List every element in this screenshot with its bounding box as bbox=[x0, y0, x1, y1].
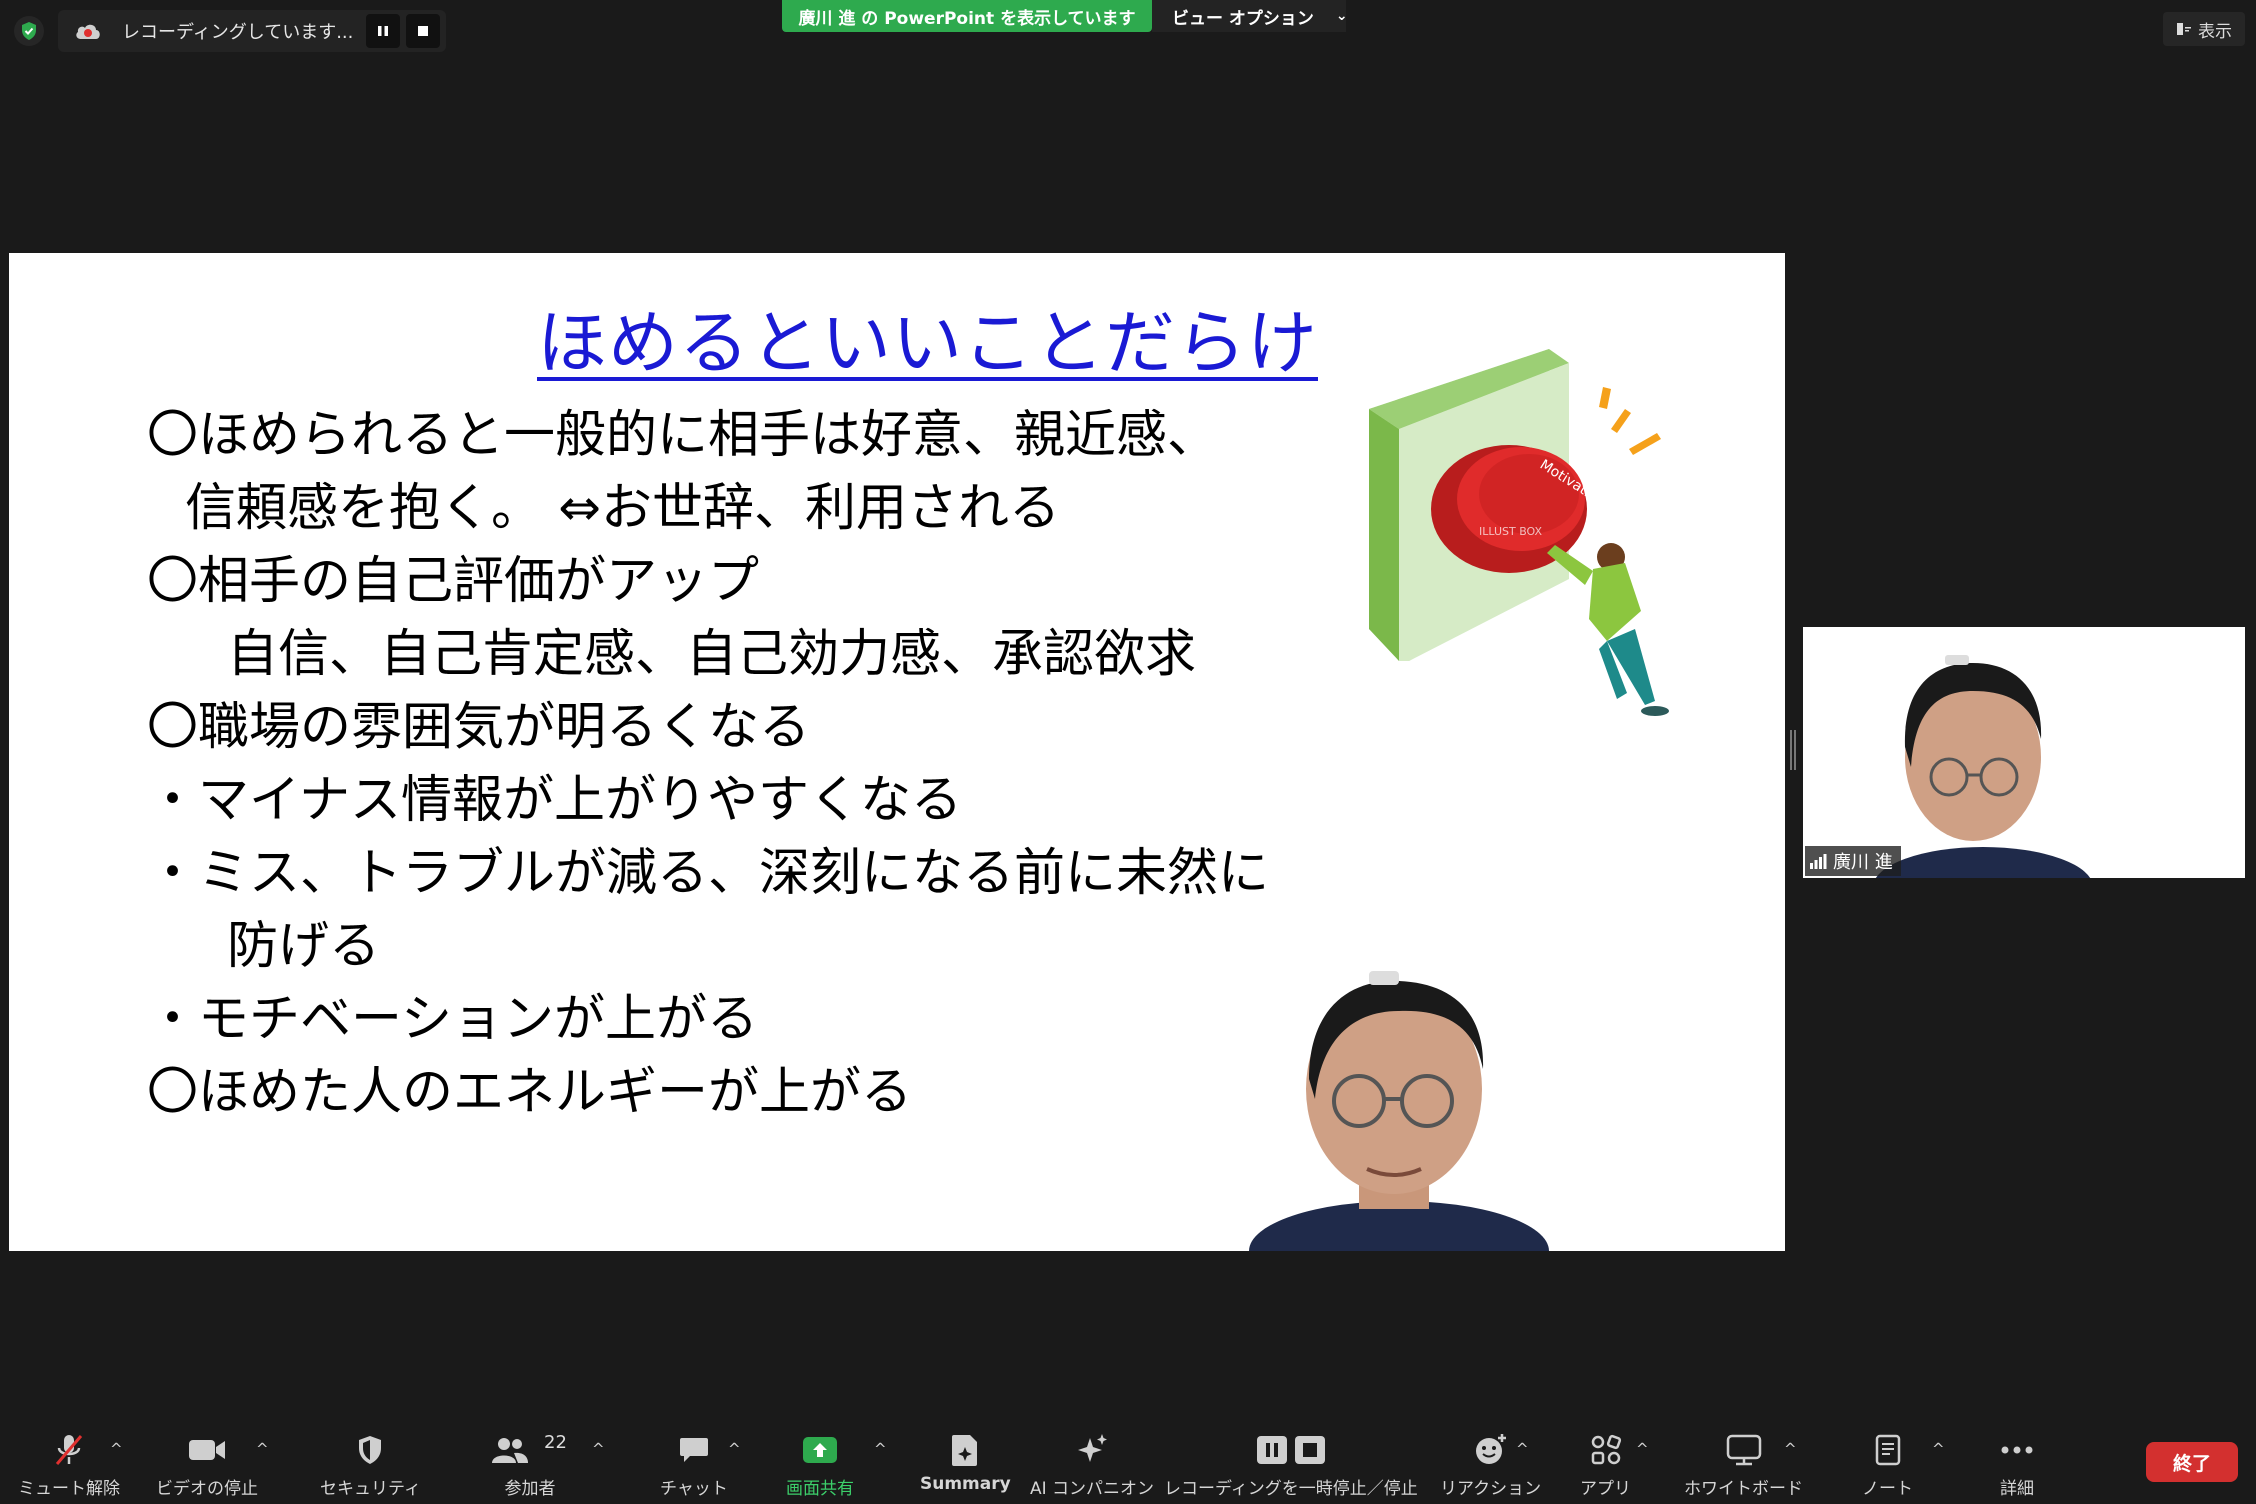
unmute-button[interactable]: ミュート解除 bbox=[18, 1430, 120, 1499]
participant-video-tile[interactable]: 廣川 進 bbox=[1803, 627, 2245, 878]
sidebar-panel-icon bbox=[2177, 23, 2191, 35]
slide-line: 防げる bbox=[227, 917, 381, 976]
apps-button[interactable]: アプリ bbox=[1580, 1430, 1631, 1499]
slide-bullet-list: 〇ほめられると一般的に相手は好意、親近感、 信頼感を抱く。 ⇔お世辞、利用される… bbox=[147, 399, 1317, 1129]
apps-icon bbox=[1589, 1430, 1623, 1470]
summary-document-icon bbox=[950, 1430, 980, 1470]
reactions-options-caret[interactable]: ^ bbox=[1516, 1440, 1529, 1458]
share-screen-button[interactable]: 画面共有 bbox=[786, 1430, 854, 1499]
cloud-recording-icon bbox=[74, 20, 102, 42]
chat-label: チャット bbox=[660, 1479, 728, 1499]
slide-line: 〇相手の自己評価がアップ bbox=[147, 552, 760, 611]
participants-count: 22 bbox=[544, 1432, 567, 1453]
slide-title: ほめるといいことだらけ bbox=[537, 302, 1318, 384]
slide-line: 〇ほめた人のエネルギーが上がる bbox=[147, 1063, 913, 1122]
slide-line: 信頼感を抱く。 ⇔お世辞、利用される bbox=[185, 479, 1060, 538]
view-options-label: ビュー オプション bbox=[1172, 8, 1314, 29]
video-camera-icon bbox=[187, 1430, 227, 1470]
slide-line: ・マイナス情報が上がりやすくなる bbox=[147, 771, 962, 830]
share-screen-label: 画面共有 bbox=[786, 1479, 854, 1499]
slide-line: 〇ほめられると一般的に相手は好意、親近感、 bbox=[147, 406, 1219, 465]
recording-controls-icon bbox=[1255, 1430, 1327, 1470]
recording-status-text: レコーディングしています... bbox=[122, 22, 354, 43]
participants-label: 参加者 bbox=[504, 1479, 556, 1499]
security-button[interactable]: セキュリティ bbox=[320, 1430, 421, 1499]
reactions-label: リアクション bbox=[1440, 1479, 1542, 1499]
display-label: 表示 bbox=[2198, 21, 2232, 42]
shield-icon bbox=[356, 1430, 384, 1470]
pause-recording-button[interactable] bbox=[366, 14, 400, 48]
pause-stop-recording-label: レコーディングを一時停止／停止 bbox=[1164, 1479, 1418, 1499]
display-toggle-button[interactable]: 表示 bbox=[2163, 12, 2245, 46]
panel-resize-handle[interactable] bbox=[1790, 730, 1796, 770]
notes-options-caret[interactable]: ^ bbox=[1932, 1440, 1945, 1458]
notes-icon bbox=[1873, 1430, 1903, 1470]
share-options-caret[interactable]: ^ bbox=[874, 1440, 887, 1458]
illustration-watermark: ILLUST BOX bbox=[1479, 525, 1543, 538]
pause-stop-recording-button[interactable]: レコーディングを一時停止／停止 bbox=[1164, 1430, 1418, 1499]
notes-button[interactable]: ノート bbox=[1862, 1430, 1913, 1499]
motivation-button-illustration: Motivation ILLUST BOX bbox=[1369, 349, 1669, 716]
end-meeting-button[interactable]: 終了 bbox=[2146, 1442, 2238, 1482]
apps-options-caret[interactable]: ^ bbox=[1636, 1440, 1649, 1458]
summary-button[interactable]: Summary bbox=[920, 1430, 1011, 1494]
chat-bubble-icon bbox=[678, 1430, 710, 1470]
view-options-menu[interactable]: ビュー オプション ⌄ bbox=[1152, 0, 1348, 32]
chevron-down-icon: ⌄ bbox=[1335, 8, 1348, 24]
share-screen-icon bbox=[802, 1430, 838, 1470]
security-label: セキュリティ bbox=[320, 1479, 421, 1499]
microphone-muted-icon bbox=[53, 1430, 85, 1470]
video-options-caret[interactable]: ^ bbox=[256, 1440, 269, 1458]
whiteboard-label: ホワイトボード bbox=[1684, 1479, 1803, 1499]
slide-line: 〇職場の雰囲気が明るくなる bbox=[147, 698, 811, 757]
zoom-meeting-window: レコーディングしています... 廣川 進 の PowerPoint を表示してい… bbox=[0, 0, 2256, 1504]
stop-icon bbox=[418, 26, 428, 36]
slide-line: 自信、自己肯定感、自己効力感、承認欲求 bbox=[227, 625, 1197, 684]
chat-options-caret[interactable]: ^ bbox=[728, 1440, 741, 1458]
more-button[interactable]: 詳細 bbox=[2000, 1430, 2034, 1499]
stop-recording-button[interactable] bbox=[406, 14, 440, 48]
unmute-label: ミュート解除 bbox=[18, 1479, 120, 1499]
shared-slide: ほめるといいことだらけ 〇ほめられると一般的に相手は好意、親近感、 信頼感を抱く… bbox=[9, 253, 1785, 1251]
participants-options-caret[interactable]: ^ bbox=[592, 1440, 605, 1458]
recording-indicator: レコーディングしています... bbox=[58, 10, 446, 52]
stop-video-label: ビデオの停止 bbox=[156, 1479, 258, 1499]
pause-icon bbox=[378, 26, 388, 36]
whiteboard-options-caret[interactable]: ^ bbox=[1784, 1440, 1797, 1458]
participants-icon: 22 bbox=[490, 1430, 570, 1470]
stop-video-button[interactable]: ビデオの停止 bbox=[156, 1430, 258, 1499]
sparkle-icon bbox=[1074, 1430, 1110, 1470]
ai-companion-label: AI コンパニオン bbox=[1030, 1479, 1155, 1499]
slide-line: ・ミス、トラブルが減る、深刻になる前に未然に bbox=[147, 844, 1270, 903]
notes-label: ノート bbox=[1862, 1479, 1913, 1499]
participants-button[interactable]: 22 参加者 bbox=[490, 1430, 570, 1499]
meeting-toolbar: ミュート解除 ^ ビデオの停止 ^ セキュリティ 22 参加者 ^ チャット ^… bbox=[0, 1410, 2256, 1504]
chat-button[interactable]: チャット bbox=[660, 1430, 728, 1499]
more-dots-icon bbox=[2000, 1430, 2034, 1470]
audio-options-caret[interactable]: ^ bbox=[110, 1440, 123, 1458]
participant-name-tag: 廣川 進 bbox=[1805, 846, 1901, 876]
more-label: 詳細 bbox=[2000, 1479, 2034, 1499]
ai-companion-button[interactable]: AI コンパニオン bbox=[1030, 1430, 1154, 1499]
emoji-add-icon bbox=[1474, 1430, 1508, 1470]
signal-strength-icon bbox=[1810, 854, 1827, 869]
security-shield-icon[interactable] bbox=[14, 16, 44, 46]
apps-label: アプリ bbox=[1580, 1479, 1631, 1499]
summary-label: Summary bbox=[920, 1474, 1011, 1494]
screen-share-banner: 廣川 進 の PowerPoint を表示しています bbox=[782, 0, 1152, 32]
presenter-video-overlay bbox=[1249, 971, 1549, 1251]
slide-line: ・モチベーションが上がる bbox=[147, 990, 758, 1049]
participant-video-feed bbox=[1875, 655, 2091, 878]
whiteboard-icon bbox=[1726, 1430, 1762, 1470]
participant-name: 廣川 進 bbox=[1833, 852, 1893, 873]
